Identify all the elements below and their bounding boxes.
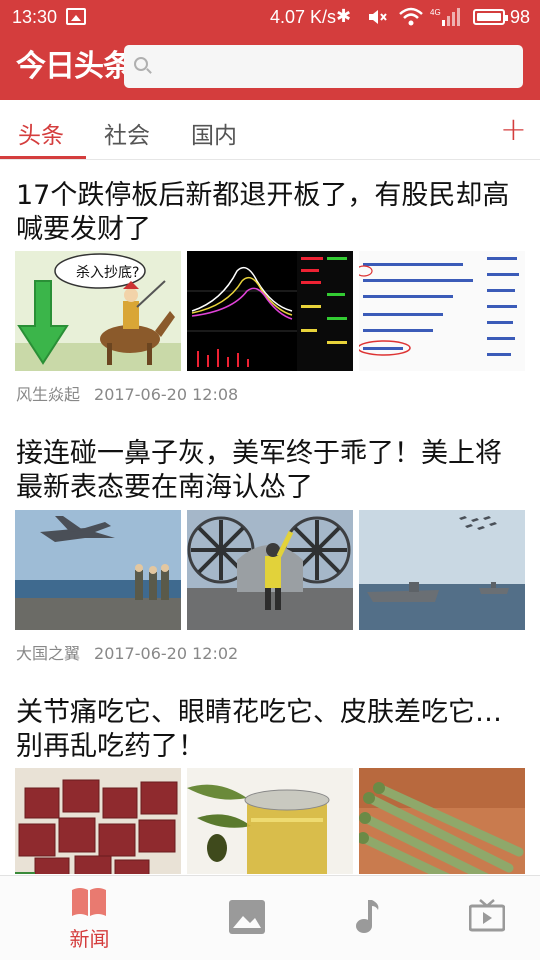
nav-pictures[interactable] xyxy=(180,876,315,961)
article-title[interactable]: 接连碰一鼻子灰，美军终于乖了！美上将最新表态要在南海认怂了 xyxy=(16,437,516,505)
carrier-deck-crew-image xyxy=(187,510,353,630)
stock-chart-image xyxy=(187,251,353,371)
article-thumbnails: 杀入抄底? xyxy=(15,251,525,371)
channel-tabs: 头条 社会 国内 + xyxy=(0,100,540,160)
bluetooth-icon: ✱ xyxy=(336,6,352,27)
stock-comments-image xyxy=(359,251,525,371)
thumb-caption: 杀入抄底? xyxy=(76,265,139,281)
article-thumbnails xyxy=(15,510,525,630)
status-time: 13:30 xyxy=(12,7,58,27)
nav-news-label: 新闻 xyxy=(69,927,110,951)
add-channel-icon[interactable]: + xyxy=(500,110,527,148)
svg-text:4G: 4G xyxy=(430,8,441,17)
article-card[interactable]: 17个跌停板后新都退开板了，有股民却高喊要发财了 杀入抄底? 风生焱起 2017… xyxy=(0,161,540,419)
article-source[interactable]: 大国之翼 xyxy=(16,644,80,663)
music-icon xyxy=(356,900,379,933)
status-bar: 13:30 4.07 K/s ✱ 4G 98 xyxy=(0,0,540,34)
article-time: 2017-06-20 12:08 xyxy=(94,385,239,404)
book-icon xyxy=(72,888,106,916)
article-title[interactable]: 关节痛吃它、眼睛花吃它、皮肤差吃它…别再乱吃药了！ xyxy=(16,696,516,764)
battery-level: 98 xyxy=(510,7,531,27)
article-thumbnails xyxy=(15,768,525,874)
olive-oil-image xyxy=(187,768,353,874)
tv-icon xyxy=(469,899,505,932)
bottom-navigation: 新闻 xyxy=(0,875,540,960)
app-header: 今日头条 xyxy=(0,34,540,100)
article-time: 2017-06-20 12:02 xyxy=(94,644,239,663)
article-source[interactable]: 风生焱起 xyxy=(16,385,80,404)
tab-society[interactable]: 社会 xyxy=(104,116,150,150)
article-card[interactable]: 接连碰一鼻子灰，美军终于乖了！美上将最新表态要在南海认怂了 大国之翼 2017-… xyxy=(0,419,540,678)
image-notification-icon xyxy=(66,8,86,25)
news-feed[interactable]: 17个跌停板后新都退开板了，有股民却高喊要发财了 杀入抄底? 风生焱起 2017… xyxy=(0,161,540,874)
net-speed: 4.07 K/s xyxy=(270,7,337,27)
nav-video[interactable] xyxy=(420,876,540,961)
nav-music[interactable] xyxy=(300,876,435,961)
nav-news[interactable]: 新闻 xyxy=(22,876,157,961)
battery-icon xyxy=(473,9,508,25)
active-tab-indicator xyxy=(0,156,86,159)
tab-domestic[interactable]: 国内 xyxy=(191,116,237,150)
mute-icon xyxy=(366,6,388,34)
article-title[interactable]: 17个跌停板后新都退开板了，有股民却高喊要发财了 xyxy=(16,179,516,247)
cartoon-horse-rider-image: 杀入抄底? xyxy=(15,251,181,371)
article-meta: 风生焱起 2017-06-20 12:08 xyxy=(16,381,238,405)
carrier-fleet-image xyxy=(359,510,525,630)
article-meta: 大国之翼 2017-06-20 12:02 xyxy=(16,640,238,664)
asparagus-image xyxy=(359,768,525,874)
search-bar[interactable] xyxy=(124,45,523,88)
signal-4g-icon: 4G xyxy=(430,6,464,34)
picture-icon xyxy=(229,900,265,934)
search-icon xyxy=(134,57,148,71)
app-logo: 今日头条 xyxy=(16,49,133,84)
wifi-icon xyxy=(398,6,424,34)
article-card[interactable]: 关节痛吃它、眼睛花吃它、皮肤差吃它…别再乱吃药了！ xyxy=(0,678,540,874)
jet-takeoff-carrier-image xyxy=(15,510,181,630)
meat-cubes-image xyxy=(15,768,181,874)
tab-headlines[interactable]: 头条 xyxy=(18,116,64,150)
